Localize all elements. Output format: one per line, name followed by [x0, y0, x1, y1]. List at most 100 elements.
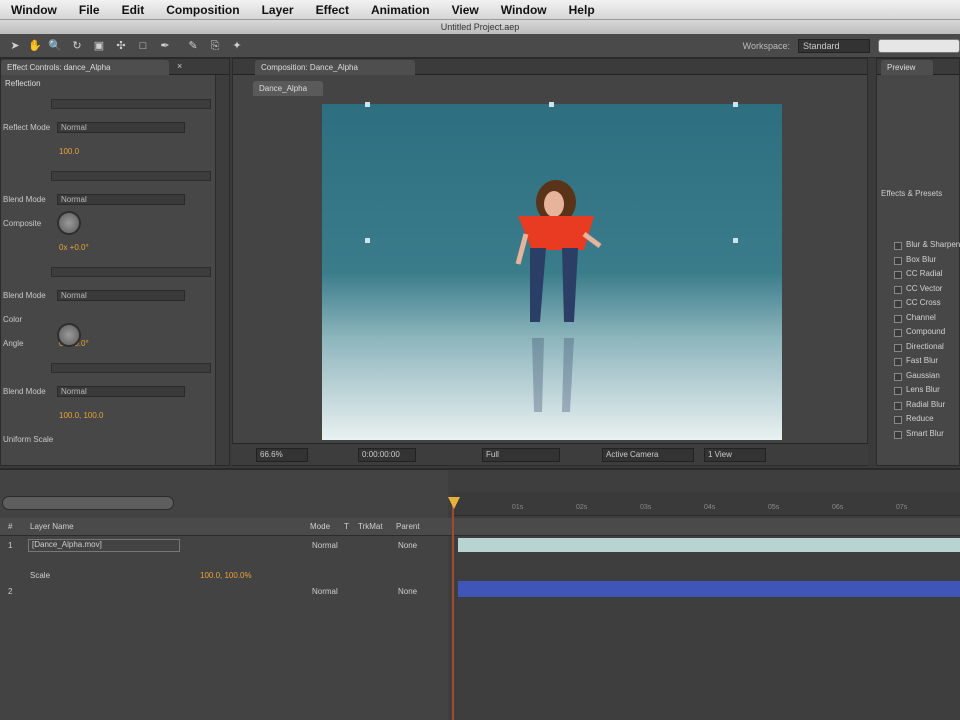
effect-property-row: Blend Mode Normal: [1, 193, 213, 207]
effect-property-dropdown[interactable]: Normal: [57, 290, 185, 301]
menu-view[interactable]: View: [441, 3, 490, 17]
effect-property-row: Blend Mode Normal: [1, 289, 213, 303]
preset-list-item[interactable]: Blur & Sharpen: [906, 240, 960, 253]
preset-list-item[interactable]: Reduce: [906, 414, 960, 427]
layer-handle[interactable]: [365, 102, 370, 107]
resolution-select[interactable]: Full: [482, 448, 560, 462]
selection-tool-icon[interactable]: ➤: [8, 39, 22, 53]
camera-tool-icon[interactable]: ▣: [92, 39, 106, 53]
effect-property-value[interactable]: 100.0, 100.0: [59, 411, 103, 420]
preset-list-item[interactable]: Box Blur: [906, 255, 960, 268]
preset-checkbox[interactable]: [894, 343, 902, 352]
effect-group-bar[interactable]: [51, 363, 211, 373]
mask-tool-icon[interactable]: □: [136, 39, 150, 53]
preset-list-item[interactable]: Smart Blur: [906, 429, 960, 442]
preset-list-item[interactable]: CC Cross: [906, 298, 960, 311]
timecode-field[interactable]: 0:00:00:00: [358, 448, 416, 462]
effect-group-bar[interactable]: [51, 99, 211, 109]
layer-parent[interactable]: None: [398, 541, 417, 550]
preset-checkbox[interactable]: [894, 300, 902, 308]
preset-checkbox[interactable]: [894, 329, 902, 337]
layer-handle[interactable]: [733, 238, 738, 243]
current-time-indicator[interactable]: [452, 500, 454, 720]
pen-tool-icon[interactable]: ✒: [158, 39, 172, 53]
menu-edit[interactable]: Edit: [111, 3, 156, 17]
layer-handle[interactable]: [549, 102, 554, 107]
layer-handle[interactable]: [733, 102, 738, 107]
layer-duration-bar[interactable]: [458, 538, 960, 552]
preset-checkbox[interactable]: [894, 285, 902, 294]
ruler-tick-label: 02s: [576, 504, 588, 511]
menu-file[interactable]: File: [68, 3, 111, 17]
layer-mode[interactable]: Normal: [312, 587, 338, 596]
effect-property-row: Uniform Scale: [1, 433, 213, 447]
menu-help[interactable]: Help: [558, 3, 606, 17]
layer-parent[interactable]: None: [398, 587, 417, 596]
effect-property-value[interactable]: 100.0: [59, 147, 79, 156]
hand-tool-icon[interactable]: ✋: [28, 39, 42, 53]
preset-checkbox[interactable]: [894, 401, 902, 410]
layer-name[interactable]: [Dance_Alpha.mov]: [28, 539, 180, 552]
effect-property-row: Angle0x +0.0°: [1, 337, 213, 351]
preset-checkbox[interactable]: [894, 372, 902, 381]
preset-checkbox[interactable]: [894, 271, 902, 279]
tab-preview[interactable]: Preview: [881, 60, 933, 75]
menu-composition[interactable]: Composition: [155, 3, 250, 17]
clone-tool-icon[interactable]: ⎘: [208, 39, 222, 53]
angle-dial[interactable]: [57, 211, 81, 235]
preset-list-item[interactable]: Channel: [906, 313, 960, 326]
effects-scrollbar[interactable]: [215, 75, 229, 465]
puppet-tool-icon[interactable]: ✦: [230, 39, 244, 53]
preset-list-item[interactable]: Directional: [906, 342, 960, 355]
tab-effect-controls[interactable]: Effect Controls: dance_Alpha: [1, 60, 169, 75]
layer-row[interactable]: 2 Normal None: [0, 584, 448, 600]
layer-row[interactable]: 1 [Dance_Alpha.mov] Normal None: [0, 538, 448, 554]
menu-animation[interactable]: Animation: [360, 3, 441, 17]
layer-handle[interactable]: [365, 238, 370, 243]
preset-checkbox[interactable]: [894, 387, 902, 395]
brush-tool-icon[interactable]: ✎: [186, 39, 200, 53]
effect-property-dropdown[interactable]: Normal: [57, 194, 185, 205]
workspace-select[interactable]: Standard: [798, 39, 870, 53]
layer-number: 2: [8, 587, 13, 596]
close-icon[interactable]: ×: [177, 61, 182, 71]
angle-dial-2[interactable]: [57, 323, 81, 347]
menu-window[interactable]: Window: [490, 3, 558, 17]
zoom-tool-icon[interactable]: 🔍: [48, 39, 62, 53]
property-value[interactable]: 100.0, 100.0%: [200, 571, 252, 580]
rotate-tool-icon[interactable]: ↻: [70, 39, 84, 53]
views-select[interactable]: 1 View: [704, 448, 766, 462]
preset-list-item[interactable]: Gaussian: [906, 371, 960, 384]
tab-composition[interactable]: Composition: Dance_Alpha: [255, 60, 415, 75]
preset-list-item[interactable]: Radial Blur: [906, 400, 960, 413]
camera-select[interactable]: Active Camera: [602, 448, 694, 462]
pan-behind-tool-icon[interactable]: ✣: [114, 39, 128, 53]
time-ruler[interactable]: 01s02s03s04s05s06s07s08s: [452, 492, 960, 516]
preset-list-item[interactable]: Lens Blur: [906, 385, 960, 398]
preset-checkbox[interactable]: [894, 256, 902, 265]
effect-property-dropdown[interactable]: Normal: [57, 122, 185, 133]
preset-checkbox[interactable]: [894, 358, 902, 366]
preset-checkbox[interactable]: [894, 242, 902, 250]
preset-checkbox[interactable]: [894, 416, 902, 424]
menu-effect[interactable]: Effect: [305, 3, 360, 17]
layer-duration-bar[interactable]: [458, 581, 960, 597]
zoom-select[interactable]: 66.6%: [256, 448, 308, 462]
menu-layer[interactable]: Layer: [251, 3, 305, 17]
preset-list-item[interactable]: CC Radial: [906, 269, 960, 282]
menu-bar: Window File Edit Composition Layer Effec…: [0, 0, 960, 20]
preset-checkbox[interactable]: [894, 314, 902, 323]
search-help-input[interactable]: [878, 39, 960, 53]
effect-property-dropdown[interactable]: Normal: [57, 386, 185, 397]
effect-group-bar[interactable]: [51, 171, 211, 181]
preset-list-item[interactable]: Fast Blur: [906, 356, 960, 369]
timeline-search-input[interactable]: [2, 496, 174, 510]
comp-subtab[interactable]: Dance_Alpha: [253, 81, 323, 96]
preset-checkbox[interactable]: [894, 430, 902, 439]
effect-group-bar[interactable]: [51, 267, 211, 277]
preset-list-item[interactable]: Compound: [906, 327, 960, 340]
effect-property-value[interactable]: 0x +0.0°: [59, 243, 89, 252]
preset-list-item[interactable]: CC Vector: [906, 284, 960, 297]
menu-window-app[interactable]: Window: [0, 3, 68, 17]
layer-mode[interactable]: Normal: [312, 541, 338, 550]
